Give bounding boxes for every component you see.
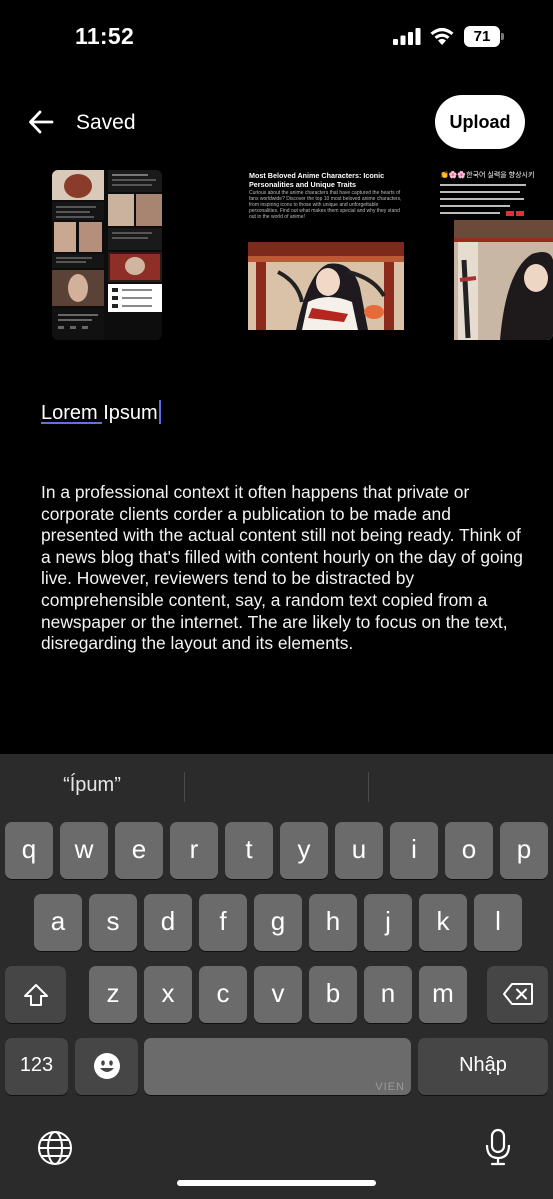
key-r[interactable]: r [170,822,218,879]
battery-icon: 71 [464,26,504,47]
suggestion-bar: “Ípum” [0,754,553,820]
key-v[interactable]: v [254,966,302,1023]
key-l[interactable]: l [474,894,522,951]
wifi-icon [430,27,454,45]
thumbnail-2[interactable]: Most Beloved Anime Characters: Iconic Pe… [248,170,404,340]
battery-cap [501,33,504,40]
numbers-key[interactable]: 123 [5,1038,68,1095]
thumbnail-3[interactable]: 👏🌸🌸한국어 실력을 향상시키 [440,170,553,340]
thumbnail-2-body: Curious about the anime characters that … [249,190,402,220]
image-strip[interactable]: Most Beloved Anime Characters: Iconic Pe… [0,170,553,345]
key-q[interactable]: q [5,822,53,879]
key-a[interactable]: a [34,894,82,951]
suggestion-item[interactable]: “Ípum” [0,774,184,797]
key-s[interactable]: s [89,894,137,951]
shift-key[interactable] [5,966,66,1023]
description-textarea[interactable]: In a professional context it often happe… [41,482,531,655]
title-input-value: Lorem Ipsum [41,402,158,424]
backspace-icon [502,983,533,1005]
space-key[interactable]: VIEN [144,1038,411,1095]
globe-icon[interactable] [37,1130,73,1166]
key-t[interactable]: t [225,822,273,879]
key-u[interactable]: u [335,822,383,879]
key-c[interactable]: c [199,966,247,1023]
arrow-left-icon[interactable] [28,109,54,135]
emoji-key[interactable] [75,1038,138,1095]
keyboard: “Ípum” q w e r t y u i o p a s d f g h j… [0,754,553,1199]
thumbnail-2-title: Most Beloved Anime Characters: Iconic Pe… [249,171,385,189]
header: Saved Upload [0,95,553,150]
thumbnail-1[interactable] [52,170,162,340]
space-key-label: VIEN [375,1081,405,1093]
key-z[interactable]: z [89,966,137,1023]
key-y[interactable]: y [280,822,328,879]
title-input[interactable]: Lorem Ipsum [41,400,511,425]
text-caret [158,400,161,424]
key-w[interactable]: w [60,822,108,879]
thumbnail-1-image [52,170,162,340]
key-h[interactable]: h [309,894,357,951]
suggestion-divider [368,772,369,802]
cellular-signal-icon [393,28,421,45]
suggestion-divider [184,772,185,802]
key-o[interactable]: o [445,822,493,879]
key-b[interactable]: b [309,966,357,1023]
key-d[interactable]: d [144,894,192,951]
microphone-icon[interactable] [484,1128,512,1166]
thumbnail-3-text: 👏🌸🌸한국어 실력을 향상시키 [440,172,535,179]
key-x[interactable]: x [144,966,192,1023]
key-m[interactable]: m [419,966,467,1023]
battery-level: 71 [464,26,500,47]
thumbnail-2-image [248,242,404,330]
key-p[interactable]: p [500,822,548,879]
return-key[interactable]: Nhập [418,1038,548,1095]
status-time: 11:52 [75,23,135,49]
status-bar: 11:52 71 [0,0,553,75]
key-g[interactable]: g [254,894,302,951]
upload-button[interactable]: Upload [435,95,525,149]
shift-arrow-icon [23,984,48,1006]
thumbnail-3-image [454,220,553,340]
autocorrect-underline [41,422,102,424]
key-e[interactable]: e [115,822,163,879]
key-j[interactable]: j [364,894,412,951]
delete-key[interactable] [487,966,548,1023]
key-n[interactable]: n [364,966,412,1023]
key-f[interactable]: f [199,894,247,951]
page-title: Saved [76,111,136,134]
key-k[interactable]: k [419,894,467,951]
key-i[interactable]: i [390,822,438,879]
home-indicator[interactable] [177,1180,376,1186]
emoji-icon [93,1053,120,1079]
